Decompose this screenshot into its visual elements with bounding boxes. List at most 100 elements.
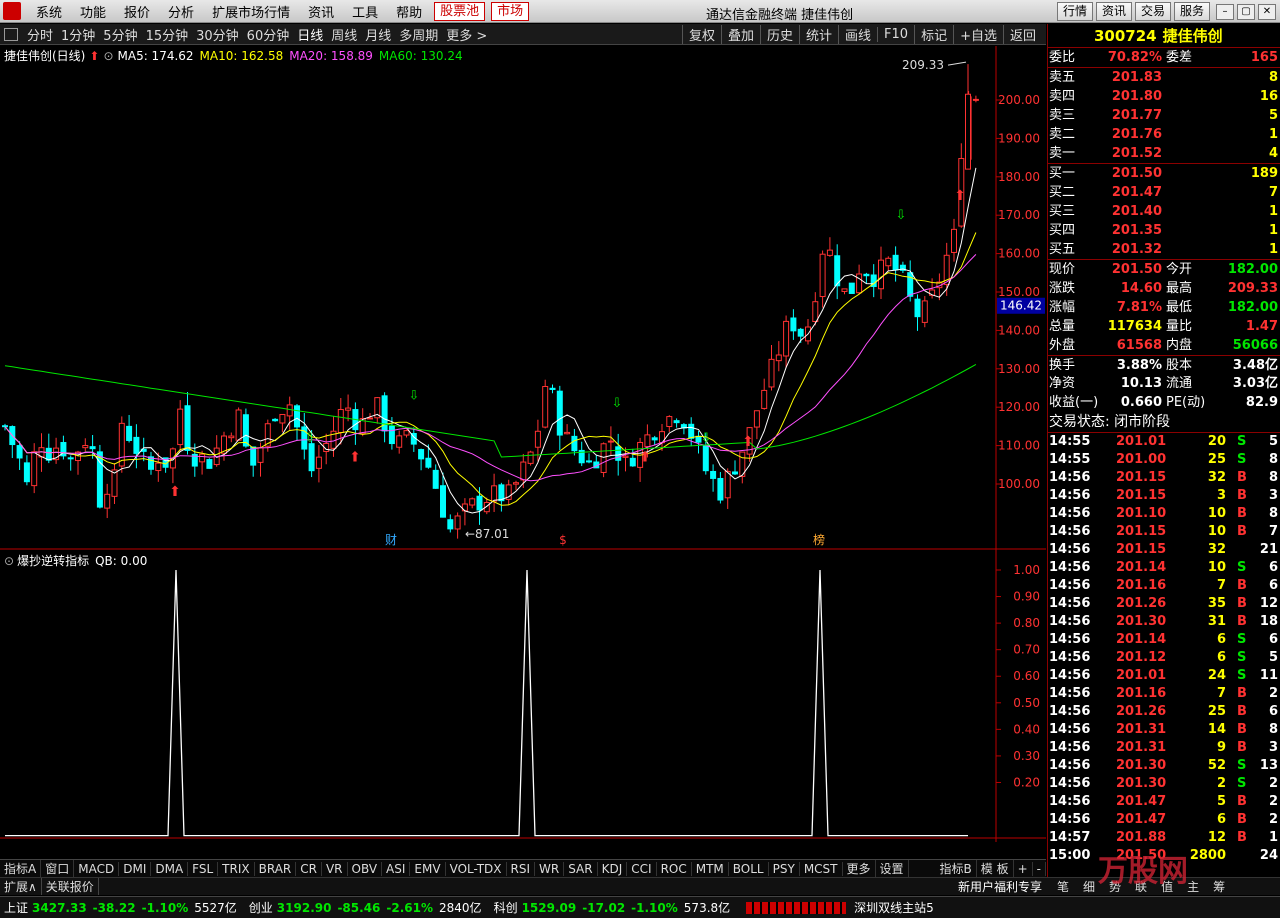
chart-tool-2[interactable]: 历史 xyxy=(759,24,799,44)
index-name[interactable]: 创业 xyxy=(249,899,273,916)
menu-item-5[interactable]: 资讯 xyxy=(299,2,343,21)
menu-red-item-0[interactable]: 股票池 xyxy=(434,1,486,21)
menu-item-3[interactable]: 分析 xyxy=(159,2,203,21)
new-user-promo[interactable]: 新用户福利专享 xyxy=(958,878,1042,895)
period-10[interactable]: 更多 > xyxy=(442,25,491,44)
buy-row[interactable]: 买四 201.35 1 xyxy=(1048,221,1280,240)
maximize-icon[interactable]: ▢ xyxy=(1237,3,1255,20)
top-right-button-3[interactable]: 服务 xyxy=(1173,2,1210,21)
indicator-tab-13[interactable]: VOL-TDX xyxy=(446,861,507,876)
indicator-right-3[interactable]: - xyxy=(1033,861,1046,876)
indicator-tab-10[interactable]: OBV xyxy=(348,861,383,876)
indicator-tab-9[interactable]: VR xyxy=(322,861,348,876)
indicator-tab-0[interactable]: 指标A xyxy=(0,860,42,877)
menu-item-2[interactable]: 报价 xyxy=(115,2,159,21)
stat-label: PE(动) xyxy=(1166,395,1206,410)
indicator-tab-23[interactable]: MCST xyxy=(800,861,843,876)
indicator-tab-25[interactable]: 设置 xyxy=(876,860,909,877)
period-1[interactable]: 1分钟 xyxy=(57,25,99,44)
indicator-tab-7[interactable]: BRAR xyxy=(255,861,297,876)
buy-volume: 1 xyxy=(1268,242,1278,257)
period-7[interactable]: 周线 xyxy=(327,25,361,44)
period-toggle-icon[interactable] xyxy=(4,27,18,41)
kline-chart-svg[interactable]: 200.00 190.00 180.00 170.00 160.00 150.00 140.… xyxy=(0,46,1046,857)
index-amount: 573.8亿 xyxy=(683,901,731,915)
indicator-tab-5[interactable]: FSL xyxy=(188,861,219,876)
indicator-right-2[interactable]: + xyxy=(1014,861,1033,876)
period-9[interactable]: 多周期 xyxy=(395,25,442,44)
dropdown-icon[interactable]: ⊙ xyxy=(103,49,113,63)
indicator-tab-19[interactable]: ROC xyxy=(657,861,692,876)
indicator-right-1[interactable]: 模 板 xyxy=(977,860,1014,877)
minimize-icon[interactable]: – xyxy=(1216,3,1234,20)
period-0[interactable]: 分时 xyxy=(23,25,57,44)
chart-tool-7[interactable]: +自选 xyxy=(953,24,1003,44)
indicator-tab-11[interactable]: ASI xyxy=(382,861,411,876)
sell-row[interactable]: 卖三 201.77 5 xyxy=(1048,106,1280,125)
indicator-tab-24[interactable]: 更多 xyxy=(843,860,876,877)
indicator-tab-3[interactable]: DMI xyxy=(119,861,152,876)
period-8[interactable]: 月线 xyxy=(361,25,395,44)
sell-row[interactable]: 卖五 201.83 8 xyxy=(1048,68,1280,87)
tick-list[interactable]: 14:55 201.01 20 S 5 14:55 201.00 25 S 8 14:56 201.1… xyxy=(1048,433,1280,865)
indicator-tab-6[interactable]: TRIX xyxy=(218,861,255,876)
buy-row[interactable]: 买三 201.40 1 xyxy=(1048,202,1280,221)
indicator-tab-18[interactable]: CCI xyxy=(627,861,657,876)
tick-side: S xyxy=(1237,668,1247,683)
period-6[interactable]: 日线 xyxy=(293,25,327,44)
settings-icon[interactable]: ⬆ xyxy=(89,49,99,63)
period-3[interactable]: 15分钟 xyxy=(142,25,193,44)
period-4[interactable]: 30分钟 xyxy=(192,25,243,44)
chart-tool-1[interactable]: 叠加 xyxy=(720,24,760,44)
chart-tool-0[interactable]: 复权 xyxy=(681,24,721,44)
chart-tool-8[interactable]: 返回 xyxy=(1002,24,1042,44)
period-2[interactable]: 5分钟 xyxy=(99,25,141,44)
chart-tool-6[interactable]: 标记 xyxy=(914,24,953,44)
indicator-tab-1[interactable]: 窗口 xyxy=(41,860,75,877)
buy-row[interactable]: 买五 201.32 1 xyxy=(1048,240,1280,259)
event-marker: 榜 xyxy=(813,532,825,547)
menu-item-1[interactable]: 功能 xyxy=(71,2,115,21)
menu-item-0[interactable]: 系统 xyxy=(27,2,71,21)
indicator-right-0[interactable]: 指标B xyxy=(936,860,977,877)
indicator-tab-16[interactable]: SAR xyxy=(564,861,598,876)
indicator-tab-4[interactable]: DMA xyxy=(151,861,189,876)
tick-side: B xyxy=(1237,578,1247,593)
top-right-button-0[interactable]: 行情 xyxy=(1056,2,1093,21)
buy-row[interactable]: 买二 201.47 7 xyxy=(1048,183,1280,202)
index-name[interactable]: 科创 xyxy=(494,899,518,916)
indicator-tab-21[interactable]: BOLL xyxy=(729,861,769,876)
top-right-button-1[interactable]: 资讯 xyxy=(1095,2,1132,21)
chart-tool-5[interactable]: F10 xyxy=(877,26,914,42)
menu-item-7[interactable]: 帮助 xyxy=(387,2,431,21)
indicator-tab-15[interactable]: WR xyxy=(535,861,565,876)
indicator-tab-17[interactable]: KDJ xyxy=(598,861,628,876)
related-quote-button[interactable]: 关联报价 xyxy=(42,878,99,895)
period-5[interactable]: 60分钟 xyxy=(243,25,294,44)
expand-button[interactable]: 扩展∧ xyxy=(0,878,42,895)
indicator-tab-12[interactable]: EMV xyxy=(410,861,446,876)
indicator-dropdown-icon[interactable]: ⊙ xyxy=(4,554,14,568)
menu-red-item-1[interactable]: 市场 xyxy=(491,1,530,21)
chart-area[interactable]: 200.00 190.00 180.00 170.00 160.00 150.00 140.… xyxy=(0,46,1046,857)
menu-item-4[interactable]: 扩展市场行情 xyxy=(203,2,299,21)
indicator-tab-22[interactable]: PSY xyxy=(769,861,800,876)
sell-row[interactable]: 卖二 201.76 1 xyxy=(1048,125,1280,144)
top-right-button-2[interactable]: 交易 xyxy=(1134,2,1171,21)
indicator-tab-8[interactable]: CR xyxy=(296,861,322,876)
tick-side: B xyxy=(1237,794,1247,809)
index-name[interactable]: 上证 xyxy=(4,899,28,916)
close-icon[interactable]: ✕ xyxy=(1258,3,1276,20)
quote-tab-0[interactable]: 笔 xyxy=(1050,878,1076,895)
quote-tab-6[interactable]: 筹 xyxy=(1206,878,1232,895)
menu-item-6[interactable]: 工具 xyxy=(343,2,387,21)
chart-tool-3[interactable]: 统计 xyxy=(799,24,838,44)
indicator-tab-14[interactable]: RSI xyxy=(507,861,536,876)
sell-row[interactable]: 卖一 201.52 4 xyxy=(1048,144,1280,163)
chart-tool-4[interactable]: 画线 xyxy=(838,24,877,44)
indicator-tab-2[interactable]: MACD xyxy=(74,861,120,876)
buy-row[interactable]: 买一 201.50 189 xyxy=(1048,164,1280,183)
stat-value: 209.33 xyxy=(1227,281,1278,296)
sell-row[interactable]: 卖四 201.80 16 xyxy=(1048,87,1280,106)
indicator-tab-20[interactable]: MTM xyxy=(692,861,729,876)
